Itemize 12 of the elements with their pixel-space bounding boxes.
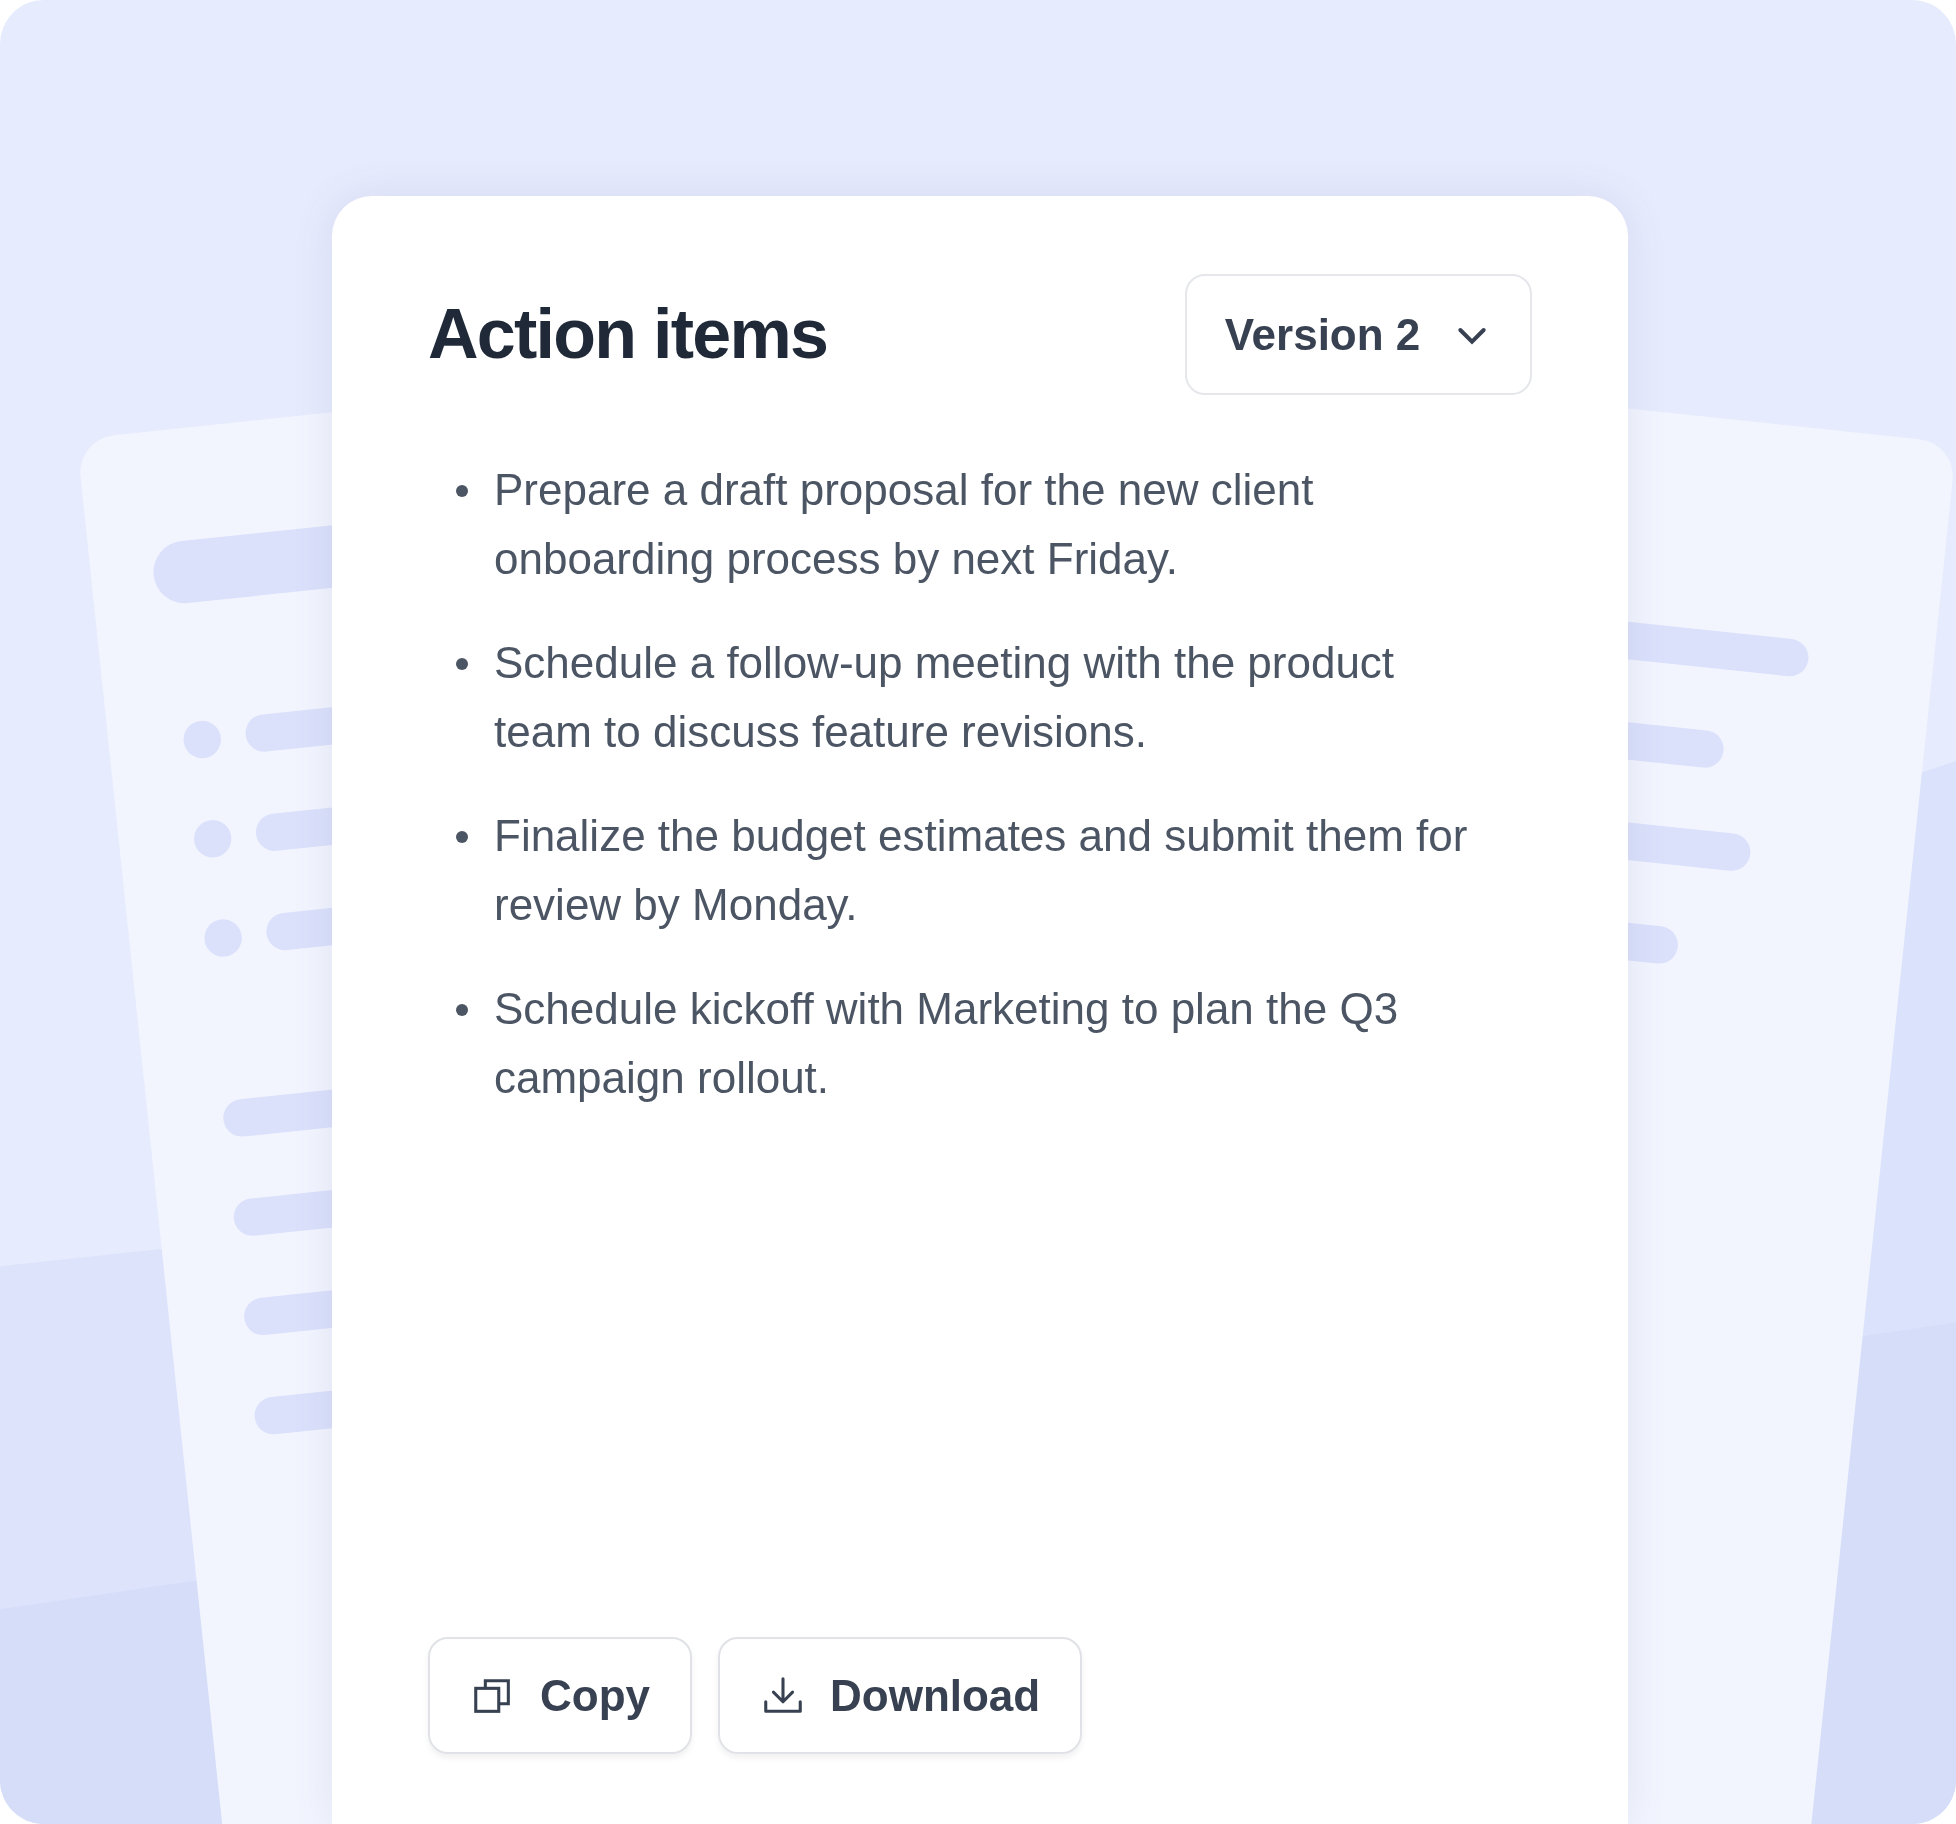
download-button[interactable]: Download — [718, 1637, 1083, 1754]
bullet-icon — [456, 1004, 468, 1016]
copy-button[interactable]: Copy — [428, 1637, 692, 1754]
action-item-text: Prepare a draft proposal for the new client onboarding process by next Friday. — [494, 464, 1315, 585]
bullet-icon — [456, 485, 468, 497]
action-item-text: Schedule kickoff with Marketing to plan the Q3 campaign rollout. — [494, 983, 1400, 1104]
version-dropdown[interactable]: Version 2 — [1185, 274, 1532, 395]
action-item-text: Finalize the budget estimates and submit them for review by Monday. — [494, 810, 1469, 931]
bullet-icon — [456, 831, 468, 843]
bullet-icon — [456, 658, 468, 670]
card-title: Action items — [428, 294, 828, 375]
action-item-text: Schedule a follow-up meeting with the product team to discuss feature revisions. — [494, 637, 1396, 758]
